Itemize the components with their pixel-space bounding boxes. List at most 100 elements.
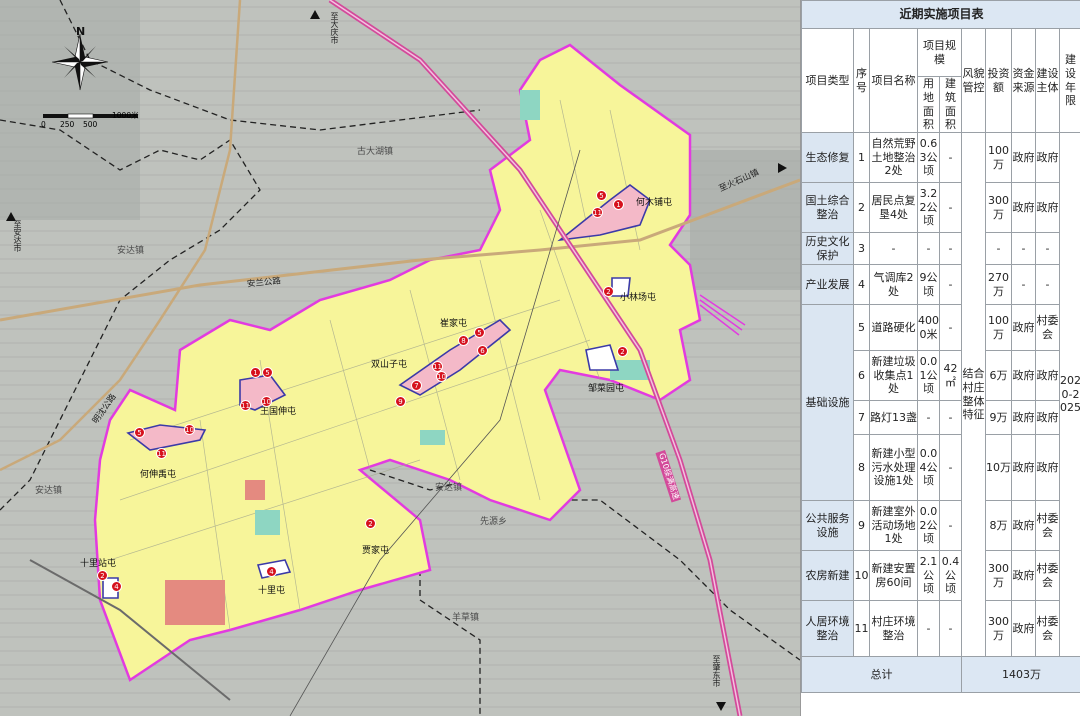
row-invest: 100万 [985, 132, 1012, 183]
town-anda-nw: 安达镇 [117, 246, 145, 256]
row-subject: 政府 [1035, 400, 1060, 435]
row-invest: 300万 [985, 182, 1012, 233]
project-marker: 2 [365, 518, 376, 529]
row-fund: 政府 [1011, 132, 1036, 183]
row-subject: - [1035, 264, 1060, 305]
row-fund: 政府 [1011, 182, 1036, 233]
project-table-panel: 近期实施项目表 项目类型 序号 项目名称 项目规模 风貌管控 投资额 资金来源 … [800, 0, 1080, 716]
direction-anda: 至安达市 [13, 220, 22, 252]
row-land: - [917, 600, 940, 657]
row-name: 自然荒野土地整治2处 [869, 132, 918, 183]
row-seq: 10 [853, 550, 870, 601]
scale-label-250: 250 [60, 120, 75, 129]
row-seq: 9 [853, 500, 870, 551]
construction-land [165, 580, 225, 625]
village-jia-label: 贾家屯 [362, 546, 390, 556]
green-space-4 [520, 90, 540, 120]
arrow-up-icon [310, 10, 320, 19]
row-fund: 政府 [1011, 304, 1036, 351]
row-name: 新建室外活动场地1处 [869, 500, 918, 551]
village-shuangshanzi-label: 双山子屯 [371, 360, 408, 370]
row-fund: 政府 [1011, 500, 1036, 551]
project-marker: 5 [262, 367, 273, 378]
row-build: 42 ㎡ [939, 350, 962, 401]
project-marker: 1 [250, 367, 261, 378]
town-anda-c: 安达镇 [435, 483, 463, 493]
scale-label-500: 500 [83, 120, 98, 129]
row-name: 气调库2处 [869, 264, 918, 305]
header-type: 项目类型 [801, 28, 854, 133]
row-type: 国土综合整治 [801, 182, 854, 233]
row-invest: 9万 [985, 400, 1012, 435]
north-label: N [76, 25, 86, 38]
total-value: 1403万 [960, 656, 1080, 693]
row-seq: 8 [853, 434, 870, 501]
header-invest: 投资额 [985, 28, 1012, 133]
village-cuijia-label: 崔家屯 [440, 319, 468, 329]
row-build: - [939, 132, 962, 183]
project-marker: 8 [458, 335, 469, 346]
row-name: 新建垃圾收集点1处 [869, 350, 918, 401]
project-marker: 5 [474, 327, 485, 338]
header-subject: 建设主体 [1035, 28, 1060, 133]
row-name: 居民点复垦4处 [869, 182, 918, 233]
row-type: 人居环境整治 [801, 600, 854, 657]
green-space [255, 510, 280, 535]
row-fund: 政府 [1011, 350, 1036, 401]
project-marker: 2 [603, 286, 614, 297]
header-scale: 项目规模 [917, 28, 962, 77]
row-type: 历史文化保护 [801, 232, 854, 265]
row-fund: 政府 [1011, 434, 1036, 501]
project-marker: 2 [617, 346, 628, 357]
town-built-area [0, 0, 140, 220]
row-seq: 4 [853, 264, 870, 305]
row-seq: 3 [853, 232, 870, 265]
row-subject: 村委会 [1035, 500, 1060, 551]
green-space-2 [420, 430, 445, 445]
row-invest: 10万 [985, 434, 1012, 501]
village-zoucaiyuan-label: 邹菜园屯 [588, 384, 625, 394]
row-land: 2.1 公顷 [917, 550, 940, 601]
row-land: 3.2 2公顷 [917, 182, 940, 233]
row-seq: 2 [853, 182, 870, 233]
row-subject: - [1035, 232, 1060, 265]
table-title: 近期实施项目表 [800, 0, 1080, 29]
row-build: - [939, 182, 962, 233]
village-xiaolinchang-label: 小林场屯 [620, 293, 657, 303]
row-invest: 6万 [985, 350, 1012, 401]
row-build: - [939, 500, 962, 551]
scale-label-0: 0 [41, 120, 46, 129]
row-land: 400 0米 [917, 304, 940, 351]
direction-daqing: 至大庆市 [330, 12, 339, 44]
row-name: - [869, 232, 918, 265]
row-land: 0.0 4公顷 [917, 434, 940, 501]
construction-land-2 [245, 480, 265, 500]
project-marker: 11 [156, 448, 167, 459]
village-shili-label: 十里屯 [258, 586, 286, 596]
planning-map: N 0 250 500 1000米 至大庆市 至安达市 至火石山镇 至肇东市 古… [0, 0, 800, 716]
row-name: 道路硬化 [869, 304, 918, 351]
project-marker: 10 [261, 396, 272, 407]
row-fund: - [1011, 232, 1036, 265]
row-subject: 政府 [1035, 434, 1060, 501]
village-hemupu-label: 何木铺屯 [636, 198, 673, 208]
row-build: - [939, 264, 962, 305]
town-xianyuan: 先源乡 [480, 517, 508, 527]
row-build: - [939, 304, 962, 351]
village-wangguoshen-label: 王国伸屯 [260, 407, 297, 417]
row-fund: 政府 [1011, 550, 1036, 601]
row-invest: 8万 [985, 500, 1012, 551]
row-land: - [917, 232, 940, 265]
total-label: 总计 [801, 656, 962, 693]
project-marker: 9 [395, 396, 406, 407]
row-invest: 300万 [985, 550, 1012, 601]
project-marker: 5 [134, 427, 145, 438]
project-marker: 6 [477, 345, 488, 356]
row-type: 公共服务设施 [801, 500, 854, 551]
project-marker: 10 [184, 424, 195, 435]
row-name: 新建小型污水处理设施1处 [869, 434, 918, 501]
town-yangcao: 羊草镇 [452, 613, 480, 623]
village-heshenyu-label: 何伸禹屯 [140, 470, 177, 480]
project-marker: 10 [436, 371, 447, 382]
header-build: 建筑面积 [939, 76, 962, 133]
